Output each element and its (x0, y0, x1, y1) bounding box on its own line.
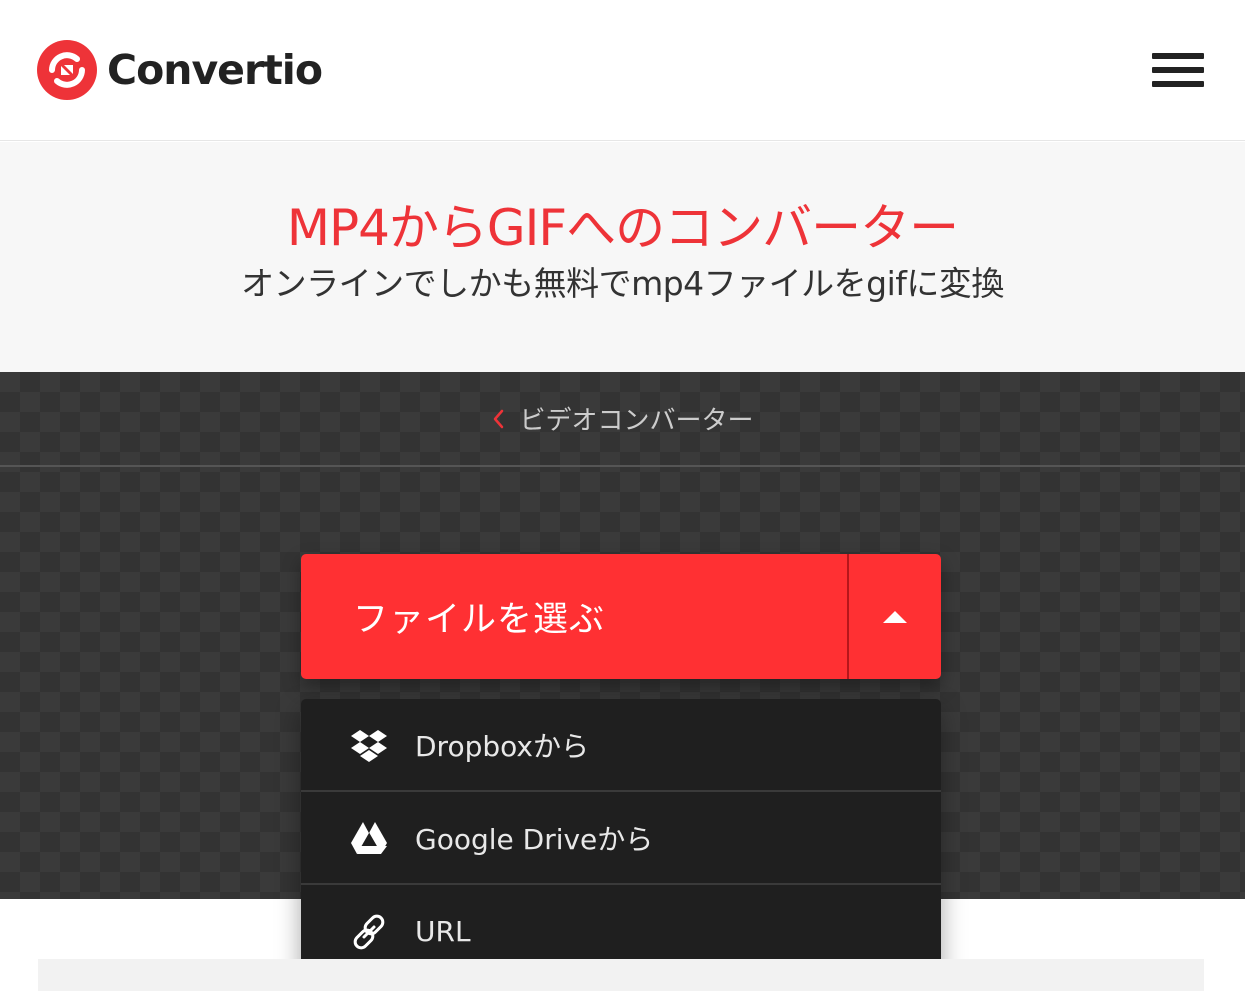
choose-file-label: ファイルを選ぶ (353, 600, 606, 640)
hero-section: MP4からGIFへのコンバーター オンラインでしかも無料でmp4ファイルをgif… (0, 142, 1245, 372)
source-dropdown-toggle[interactable] (849, 554, 941, 679)
chevron-left-icon (494, 409, 504, 428)
site-header: Convertio (0, 0, 1245, 141)
source-label-dropbox: Dropboxから (415, 729, 589, 763)
logo-text: Convertio (107, 46, 323, 94)
dropbox-icon (351, 729, 387, 762)
source-item-dropbox[interactable]: Dropboxから (301, 699, 941, 792)
menu-bar (1152, 67, 1204, 73)
page-title: MP4からGIFへのコンバーター (286, 199, 959, 257)
site-logo[interactable]: Convertio (37, 40, 323, 100)
convertio-logo-icon (37, 40, 97, 100)
source-item-google-drive[interactable]: Google Driveから (301, 792, 941, 885)
lower-content-card (38, 959, 1204, 991)
choose-file-button[interactable]: ファイルを選ぶ (301, 554, 847, 679)
breadcrumb: ビデオコンバーター (0, 372, 1245, 467)
menu-bar (1152, 81, 1204, 87)
breadcrumb-video-converter-link[interactable]: ビデオコンバーター (519, 400, 753, 437)
source-label-url: URL (415, 915, 471, 948)
link-icon (353, 914, 385, 949)
menu-bar (1152, 53, 1204, 59)
caret-up-icon (883, 610, 907, 623)
choose-file-button-group: ファイルを選ぶ (301, 554, 941, 679)
hamburger-menu-icon[interactable] (1152, 50, 1204, 90)
source-label-google-drive: Google Driveから (415, 822, 654, 856)
upload-source-menu: Dropboxから Google Driveから URL (301, 699, 941, 979)
google-drive-icon (351, 821, 387, 854)
page-subtitle: オンラインでしかも無料でmp4ファイルをgifに変換 (241, 264, 1004, 303)
